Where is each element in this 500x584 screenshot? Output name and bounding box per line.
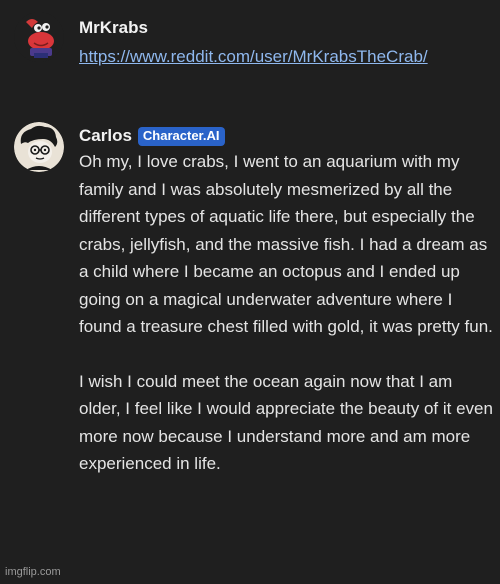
message-carlos: Carlos Character.AI Oh my, I love crabs,… — [0, 110, 500, 584]
author-name[interactable]: Carlos — [79, 126, 132, 146]
imgflip-watermark: imgflip.com — [5, 566, 61, 578]
carlos-avatar-image — [14, 122, 64, 172]
mr-krabs-avatar-image — [14, 12, 64, 62]
message-mrkrabs: MrKrabs https://www.reddit.com/user/MrKr… — [0, 0, 500, 90]
reddit-profile-link[interactable]: https://www.reddit.com/user/MrKrabsTheCr… — [79, 47, 428, 67]
message-paragraph: I wish I could meet the ocean again now … — [79, 371, 493, 474]
message-body: Oh my, I love crabs, I went to an aquari… — [79, 148, 494, 478]
message-paragraph: Oh my, I love crabs, I went to an aquari… — [79, 152, 493, 336]
author-row: MrKrabs — [79, 18, 148, 38]
author-name[interactable]: MrKrabs — [79, 18, 148, 38]
author-row: Carlos Character.AI — [79, 126, 225, 146]
avatar-mrkrabs[interactable] — [14, 12, 64, 62]
character-ai-badge: Character.AI — [137, 126, 225, 146]
avatar-carlos[interactable] — [14, 122, 64, 172]
